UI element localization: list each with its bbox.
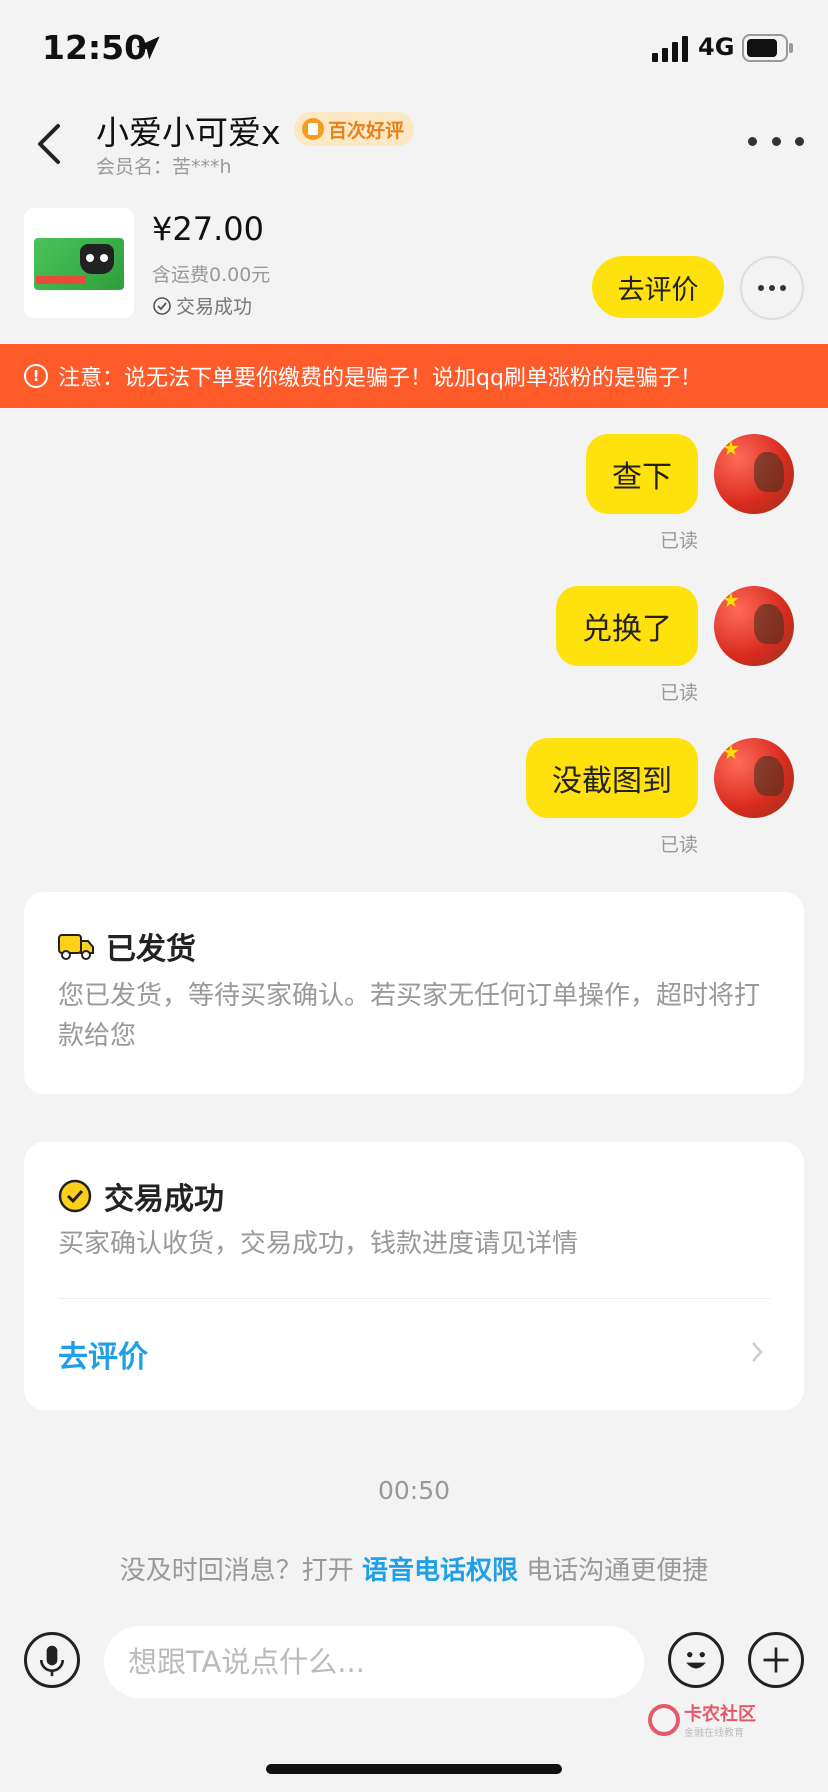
warning-text: 注意：说无法下单要你缴费的是骗子！说加qq刷单涨粉的是骗子！ bbox=[58, 366, 702, 391]
status-time: 12:50 bbox=[42, 28, 148, 67]
shipped-desc: 您已发货，等待买家确认。若买家无任何订单操作，超时将打款给您 bbox=[58, 981, 761, 1051]
message-bubble[interactable]: 兑换了 bbox=[556, 586, 698, 666]
location-arrow-icon bbox=[136, 36, 160, 60]
watermark: 卡农社区 金融在线教育 bbox=[648, 1700, 768, 1744]
voice-permission-link[interactable]: 语音电话权限 bbox=[362, 1556, 518, 1586]
voice-tip-before: 没及时回消息？打开 bbox=[119, 1556, 362, 1586]
voice-tip-after: 电话沟通更便捷 bbox=[518, 1556, 709, 1586]
scam-warning-banner: ! 注意：说无法下单要你缴费的是骗子！说加qq刷单涨粉的是骗子！ bbox=[0, 344, 828, 408]
order-price: ¥27.00 bbox=[152, 210, 264, 248]
success-title-text: 交易成功 bbox=[104, 1182, 224, 1217]
avatar[interactable] bbox=[714, 738, 794, 818]
dot-icon bbox=[748, 136, 757, 146]
shipping-fee: 含运费0.00元 bbox=[152, 264, 271, 286]
deal-status-label: 交易成功 bbox=[176, 296, 253, 318]
message-item: 兑换了 已读 bbox=[0, 586, 828, 736]
home-indicator[interactable] bbox=[266, 1764, 562, 1774]
shipped-card: 已发货 您已发货，等待买家确认。若买家无任何订单操作，超时将打款给您 bbox=[24, 892, 804, 1094]
truck-icon bbox=[58, 934, 94, 960]
review-button[interactable]: 去评价 bbox=[592, 256, 724, 318]
trade-success-card: 交易成功 买家确认收货，交易成功，钱款进度请见详情 去评价 bbox=[24, 1142, 804, 1410]
thumbs-up-icon bbox=[302, 118, 324, 140]
rating-badge: 百次好评 bbox=[294, 112, 415, 146]
watermark-title: 卡农社区 bbox=[684, 1704, 756, 1725]
order-summary[interactable]: ¥27.00 含运费0.00元 交易成功 去评价 bbox=[0, 196, 828, 344]
emoji-button[interactable] bbox=[668, 1632, 724, 1688]
status-bar: 12:50 4G bbox=[0, 0, 828, 96]
voice-call-tip: 没及时回消息？打开 语音电话权限 电话沟通更便捷 bbox=[0, 1550, 828, 1587]
dot-icon bbox=[771, 136, 781, 146]
dot-icon bbox=[758, 285, 764, 291]
dot-icon bbox=[769, 285, 775, 291]
message-input-box[interactable] bbox=[104, 1626, 644, 1698]
badge-label: 百次好评 bbox=[328, 119, 405, 142]
product-thumbnail[interactable] bbox=[24, 208, 134, 318]
dot-icon bbox=[780, 285, 786, 291]
network-type: 4G bbox=[698, 33, 735, 61]
battery-icon bbox=[742, 34, 793, 62]
message-bubble[interactable]: 查下 bbox=[586, 434, 698, 514]
chevron-right-icon[interactable] bbox=[750, 1340, 764, 1364]
dot-icon bbox=[795, 136, 804, 146]
divider bbox=[58, 1298, 770, 1299]
card-strip bbox=[36, 276, 86, 284]
read-status: 已读 bbox=[659, 834, 698, 856]
chat-header: 小爱小可爱x 百次好评 会员名：苦***h bbox=[0, 96, 828, 196]
deal-status: 交易成功 bbox=[152, 292, 252, 319]
message-input[interactable] bbox=[104, 1626, 644, 1698]
plus-button[interactable] bbox=[748, 1632, 804, 1688]
more-options-button[interactable] bbox=[748, 126, 804, 156]
member-name: 会员名：苦***h bbox=[96, 156, 232, 178]
success-title: 交易成功 bbox=[58, 1174, 224, 1218]
avatar[interactable] bbox=[714, 586, 794, 666]
message-item: 查下 已读 bbox=[0, 434, 828, 584]
read-status: 已读 bbox=[659, 530, 698, 552]
check-circle-icon bbox=[153, 296, 171, 315]
signal-icon bbox=[652, 36, 688, 62]
seller-name[interactable]: 小爱小可爱x bbox=[96, 106, 281, 154]
order-more-button[interactable] bbox=[740, 256, 804, 320]
alert-icon: ! bbox=[24, 364, 48, 388]
avatar[interactable] bbox=[714, 434, 794, 514]
watermark-subtitle: 金融在线教育 bbox=[684, 1728, 744, 1739]
kanong-logo-icon bbox=[648, 1704, 680, 1736]
go-review-link[interactable]: 去评价 bbox=[58, 1332, 148, 1376]
back-button[interactable] bbox=[28, 114, 72, 174]
shipped-title: 已发货 bbox=[58, 924, 196, 968]
microphone-button[interactable] bbox=[24, 1632, 80, 1688]
message-item: 没截图到 已读 bbox=[0, 738, 828, 888]
check-circle-icon bbox=[58, 1179, 92, 1213]
read-status: 已读 bbox=[659, 682, 698, 704]
success-desc: 买家确认收货，交易成功，钱款进度请见详情 bbox=[58, 1229, 579, 1259]
message-bubble[interactable]: 没截图到 bbox=[526, 738, 698, 818]
shipped-title-text: 已发货 bbox=[106, 932, 196, 967]
message-timestamp: 00:50 bbox=[377, 1476, 451, 1505]
tmall-cat-logo bbox=[80, 244, 114, 274]
